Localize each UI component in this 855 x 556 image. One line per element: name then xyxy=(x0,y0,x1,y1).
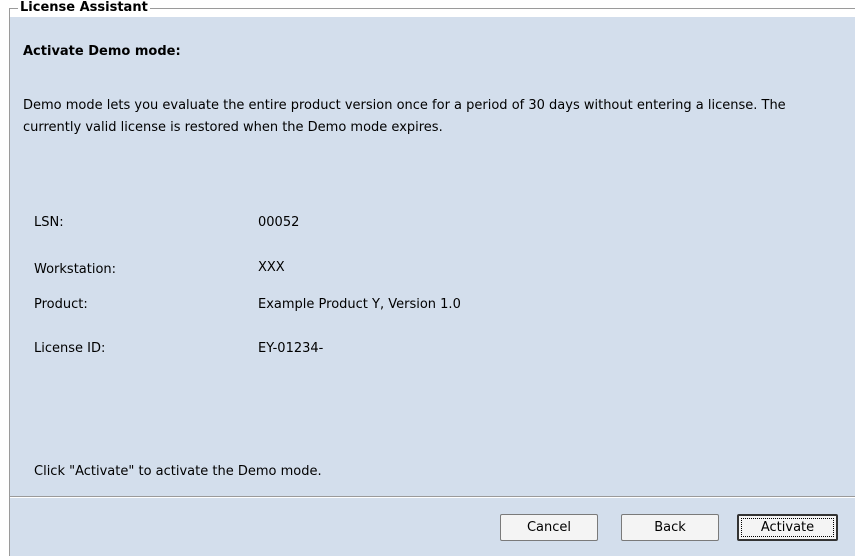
lsn-value: 00052 xyxy=(258,215,300,230)
cancel-button[interactable]: Cancel xyxy=(500,514,598,541)
license-id-value: EY-01234- xyxy=(258,341,324,356)
group-title: License Assistant xyxy=(18,0,150,16)
license-id-label: License ID: xyxy=(34,341,106,356)
workstation-label: Workstation: xyxy=(34,262,117,277)
instruction-text: Click "Activate" to activate the Demo mo… xyxy=(34,464,322,479)
product-value: Example Product Y, Version 1.0 xyxy=(258,297,461,312)
button-separator xyxy=(10,496,855,498)
activate-button[interactable]: Activate xyxy=(737,514,838,541)
lsn-label: LSN: xyxy=(34,215,64,230)
product-label: Product: xyxy=(34,297,88,312)
description-text: Demo mode lets you evaluate the entire p… xyxy=(23,98,786,135)
back-button[interactable]: Back xyxy=(621,514,719,541)
workstation-value: XXX xyxy=(258,260,285,275)
page-heading: Activate Demo mode: xyxy=(23,44,181,59)
